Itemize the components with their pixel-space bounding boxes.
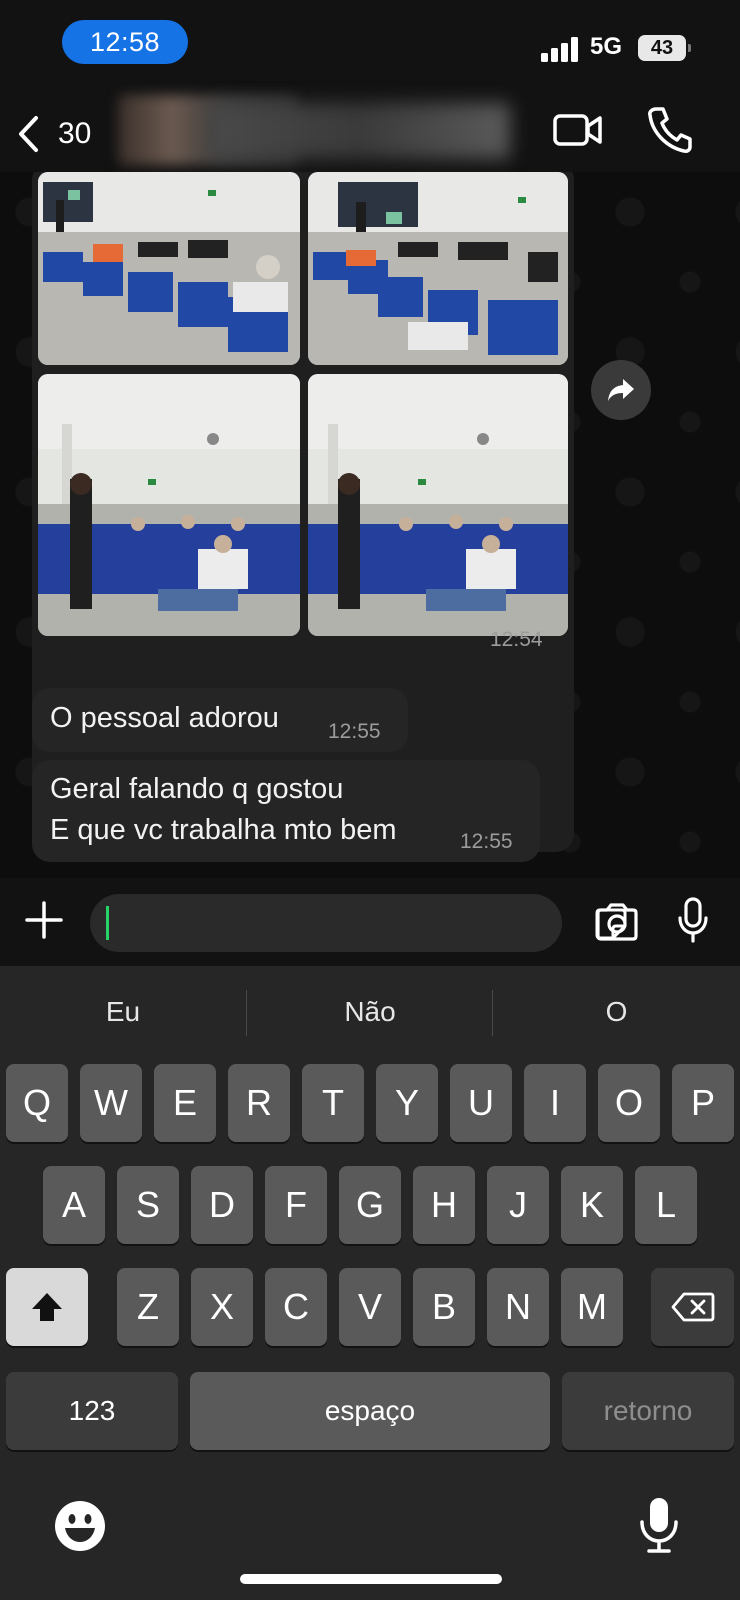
key-b[interactable]: B (413, 1268, 475, 1346)
battery-icon: 43 (638, 35, 691, 61)
home-indicator[interactable] (240, 1574, 502, 1584)
key-z[interactable]: Z (117, 1268, 179, 1346)
signal-icon (541, 36, 579, 62)
forward-button[interactable] (591, 360, 651, 420)
photo-4[interactable] (308, 374, 568, 636)
auditorium-photo (308, 172, 568, 365)
key-r[interactable]: R (228, 1064, 290, 1142)
message-time: 12:55 (328, 720, 381, 743)
camera-icon[interactable] (594, 902, 640, 942)
emoji-icon[interactable] (54, 1500, 106, 1552)
space-key[interactable]: espaço (190, 1372, 550, 1450)
auditorium-photo (38, 172, 300, 365)
media-timestamp: 12:54 (490, 628, 543, 651)
network-label: 5G (590, 33, 623, 60)
key-q[interactable]: Q (6, 1064, 68, 1142)
battery-level: 43 (650, 36, 674, 59)
key-s[interactable]: S (117, 1166, 179, 1244)
return-key[interactable]: retorno (562, 1372, 734, 1450)
status-bar: 12:58 5G 43 (0, 0, 740, 95)
key-d[interactable]: D (191, 1166, 253, 1244)
key-y[interactable]: Y (376, 1064, 438, 1142)
shift-icon (32, 1293, 62, 1321)
suggestion-3[interactable]: O (493, 966, 740, 1058)
key-i[interactable]: I (524, 1064, 586, 1142)
backspace-icon (671, 1292, 714, 1322)
key-a[interactable]: A (43, 1166, 105, 1244)
key-g[interactable]: G (339, 1166, 401, 1244)
video-icon[interactable] (552, 107, 604, 153)
suggestion-2[interactable]: Não (247, 966, 493, 1058)
key-m[interactable]: M (561, 1268, 623, 1346)
numbers-key[interactable]: 123 (6, 1372, 178, 1450)
photo-1[interactable] (38, 172, 300, 365)
backspace-key[interactable] (651, 1268, 734, 1346)
message-time: 12:55 (460, 830, 513, 853)
dictation-icon[interactable] (638, 1496, 680, 1554)
contact-name[interactable] (210, 103, 510, 159)
message-bubble[interactable]: O pessoal adorou 12:55 (32, 688, 408, 752)
key-c[interactable]: C (265, 1268, 327, 1346)
message-text-line: Geral falando q gostou (50, 773, 344, 805)
chat-header: 30 (0, 95, 740, 172)
key-p[interactable]: P (672, 1064, 734, 1142)
chevron-left-icon (19, 116, 38, 152)
phone-icon[interactable] (646, 105, 692, 155)
forward-icon (608, 379, 634, 401)
key-k[interactable]: K (561, 1166, 623, 1244)
message-input[interactable] (90, 894, 627, 952)
message-text-line: E que vc trabalha mto bem (50, 814, 397, 846)
key-o[interactable]: O (598, 1064, 660, 1142)
plus-icon[interactable] (24, 900, 64, 940)
key-n[interactable]: N (487, 1268, 549, 1346)
mic-icon[interactable] (676, 896, 710, 944)
key-w[interactable]: W (80, 1064, 142, 1142)
key-f[interactable]: F (265, 1166, 327, 1244)
key-j[interactable]: J (487, 1166, 549, 1244)
photo-3[interactable] (38, 374, 300, 636)
key-l[interactable]: L (635, 1166, 697, 1244)
unread-count: 30 (58, 117, 92, 150)
key-e[interactable]: E (154, 1064, 216, 1142)
auditorium-photo (308, 374, 568, 636)
auditorium-photo (38, 374, 300, 636)
key-v[interactable]: V (339, 1268, 401, 1346)
message-composer (0, 878, 740, 966)
back-button[interactable]: 30 (16, 109, 106, 159)
key-u[interactable]: U (450, 1064, 512, 1142)
shift-key[interactable] (6, 1268, 88, 1346)
key-x[interactable]: X (191, 1268, 253, 1346)
photo-2[interactable] (308, 172, 568, 365)
message-text: O pessoal adorou (50, 702, 279, 734)
key-h[interactable]: H (413, 1166, 475, 1244)
status-time[interactable]: 12:58 (62, 20, 188, 64)
chat-area[interactable]: 12:54 O pessoal adorou 12:55 Geral falan… (0, 172, 740, 878)
text-caret (106, 906, 109, 940)
message-bubble[interactable]: Geral falando q gostou E que vc trabalha… (32, 760, 540, 862)
suggestion-1[interactable]: Eu (0, 966, 246, 1058)
keyboard: Eu Não O Q W E R T Y U I O P A S D F G H… (0, 966, 740, 1600)
key-t[interactable]: T (302, 1064, 364, 1142)
